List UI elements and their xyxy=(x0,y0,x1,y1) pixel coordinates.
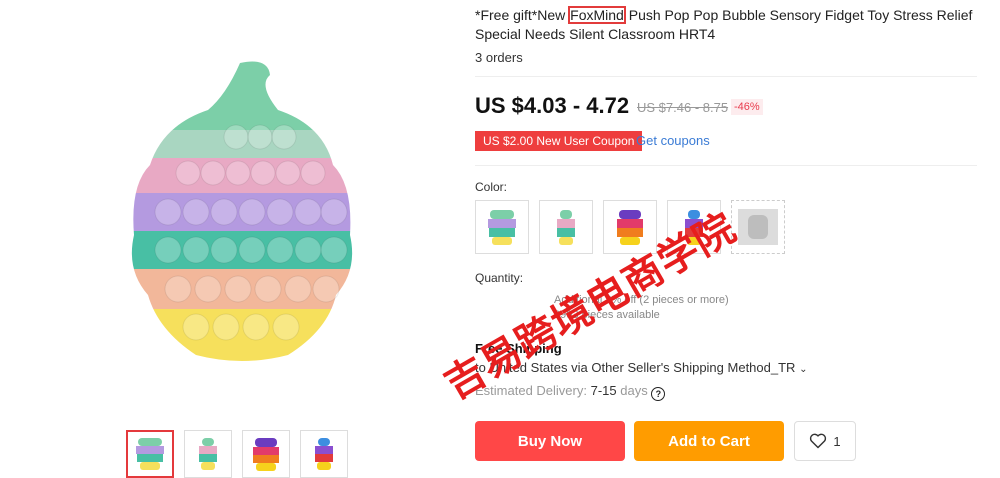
current-price: US $4.03 - 4.72 xyxy=(475,93,630,118)
color-swatch-2[interactable] xyxy=(539,200,593,254)
divider xyxy=(475,76,977,77)
cupcake-swatch-icon xyxy=(488,210,516,245)
cupcake-thumb-icon xyxy=(199,438,217,470)
thumbnail-4[interactable] xyxy=(300,430,348,478)
cupcake-swatch-icon xyxy=(557,210,575,245)
original-price: US $7.46 - 8.75 xyxy=(637,100,729,115)
product-title: *Free gift*New FoxMind Push Pop Pop Bubb… xyxy=(475,6,980,44)
discount-badge: -46% xyxy=(731,99,763,115)
help-icon[interactable]: ? xyxy=(651,387,666,401)
title-text: *Free gift*New xyxy=(475,7,570,23)
cupcake-thumb-icon xyxy=(315,438,333,470)
heart-icon xyxy=(810,433,827,449)
cupcake-thumb-icon xyxy=(136,438,164,470)
wishlist-button[interactable]: 1 xyxy=(794,421,856,461)
color-label: Color: xyxy=(475,180,508,194)
est-unit: days xyxy=(620,383,648,398)
cupcake-thumb-icon xyxy=(253,438,279,471)
buy-now-button[interactable]: Buy Now xyxy=(475,421,625,461)
title-brand: FoxMind xyxy=(568,6,626,24)
thumbnail-2[interactable] xyxy=(184,430,232,478)
quantity-label: Quantity: xyxy=(475,271,524,285)
wishlist-count: 1 xyxy=(833,433,841,449)
color-swatch-1[interactable] xyxy=(475,200,529,254)
estimated-delivery: Estimated Delivery: 7-15 days ? xyxy=(475,383,666,401)
thumbnail-3[interactable] xyxy=(242,430,290,478)
divider xyxy=(475,165,977,166)
thumbnail-1[interactable] xyxy=(126,430,174,478)
est-value: 7-15 xyxy=(590,383,617,398)
chevron-down-icon: ⌄ xyxy=(799,364,808,375)
coupon-badge: US $2.00 New User Coupon xyxy=(475,131,643,151)
thumbnail-strip xyxy=(126,430,348,478)
order-count: 3 orders xyxy=(475,50,523,65)
add-to-cart-button[interactable]: Add to Cart xyxy=(634,421,784,461)
product-main-image xyxy=(131,61,353,361)
get-coupons-link[interactable]: Get coupons xyxy=(636,133,710,148)
